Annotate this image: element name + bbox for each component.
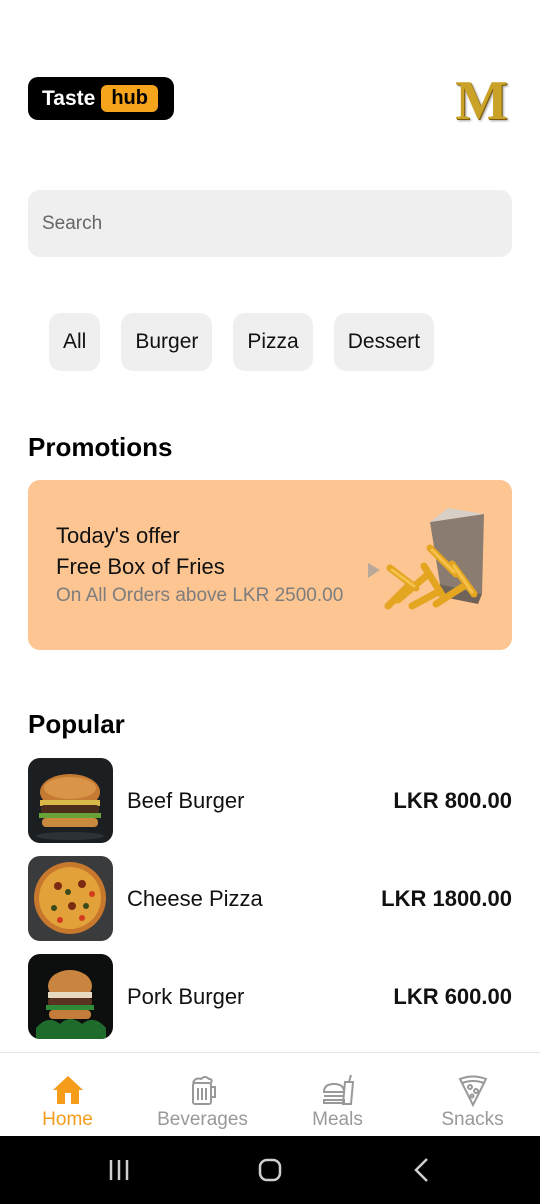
fries-box-image (368, 508, 484, 610)
promo-offer-label: Today's offer (56, 523, 180, 548)
tastehub-logo[interactable]: Taste hub (28, 77, 174, 120)
list-item[interactable]: Beef Burger LKR 800.00 (28, 758, 512, 843)
app-header: Taste hub M (28, 73, 512, 137)
item-price: LKR 800.00 (393, 787, 512, 813)
category-chip-burger[interactable]: Burger (121, 313, 213, 371)
logo-word-hub: hub (101, 85, 158, 112)
bottom-nav: Home Beverages Meals Snacks (0, 1052, 540, 1136)
item-name: Beef Burger (127, 787, 245, 813)
item-name: Pork Burger (127, 983, 245, 1009)
nav-label: Snacks (441, 1109, 504, 1130)
logo-word-taste: Taste (42, 86, 96, 110)
home-icon (52, 1076, 83, 1104)
menu-m-icon[interactable]: M (455, 73, 508, 129)
category-chips: All Burger Pizza Dessert (49, 313, 435, 371)
item-name: Cheese Pizza (127, 885, 263, 911)
promo-offer-item: Free Box of Fries (56, 554, 225, 579)
promotions-heading: Promotions (28, 432, 173, 462)
item-price: LKR 600.00 (393, 983, 512, 1009)
burger-drink-icon (322, 1074, 354, 1105)
beef-burger-image (28, 758, 113, 843)
nav-label: Meals (312, 1109, 363, 1130)
promo-card[interactable]: Today's offer Free Box of Fries On All O… (28, 480, 512, 650)
nav-item-home[interactable]: Home (0, 1053, 135, 1136)
nav-label: Beverages (157, 1109, 248, 1130)
promo-offer-condition: On All Orders above LKR 2500.00 (56, 585, 344, 606)
nav-item-beverages[interactable]: Beverages (135, 1053, 270, 1136)
pizza-slice-icon (458, 1075, 487, 1107)
back-chevron-icon[interactable] (401, 1154, 441, 1186)
beer-mug-icon (191, 1076, 216, 1105)
system-nav-bar (0, 1136, 540, 1204)
list-item[interactable]: Pork Burger LKR 600.00 (28, 954, 512, 1039)
popular-list: Beef Burger LKR 800.00 Cheese Pizza LKR … (28, 758, 512, 1052)
popular-heading: Popular (28, 709, 125, 739)
category-chip-pizza[interactable]: Pizza (233, 313, 313, 371)
search-input[interactable] (28, 190, 512, 257)
category-chip-all[interactable]: All (49, 313, 101, 371)
category-chip-dessert[interactable]: Dessert (333, 313, 435, 371)
recents-icon[interactable] (99, 1154, 139, 1186)
nav-item-snacks[interactable]: Snacks (405, 1053, 540, 1136)
nav-item-meals[interactable]: Meals (270, 1053, 405, 1136)
home-circle-icon[interactable] (250, 1154, 290, 1186)
list-item[interactable]: Cheese Pizza LKR 1800.00 (28, 856, 512, 941)
cheese-pizza-image (28, 856, 113, 941)
nav-label: Home (42, 1109, 93, 1130)
item-price: LKR 1800.00 (381, 885, 512, 911)
pork-burger-image (28, 954, 113, 1039)
